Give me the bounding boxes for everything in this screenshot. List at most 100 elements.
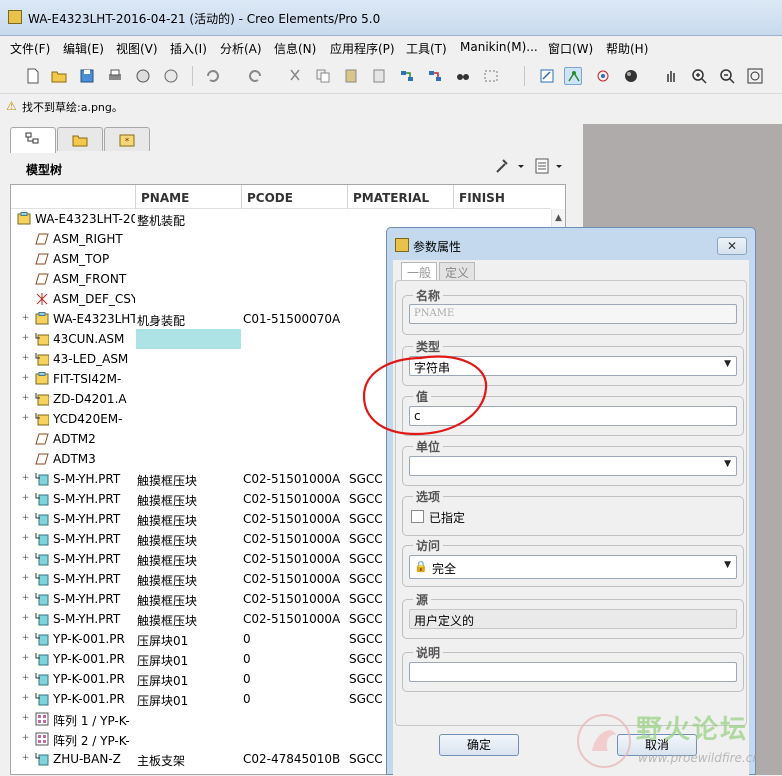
zoom-out-icon[interactable] xyxy=(718,67,736,85)
col-pmaterial[interactable]: PMATERIAL xyxy=(353,191,429,205)
expand-toggle-icon[interactable]: + xyxy=(21,654,30,663)
cell-pmaterial: SGCC xyxy=(349,592,383,606)
tree-settings-button[interactable] xyxy=(494,157,530,178)
new-file-icon[interactable] xyxy=(24,67,42,85)
redo-icon[interactable] xyxy=(246,67,264,85)
pan-hand-icon[interactable] xyxy=(662,67,680,85)
scroll-up-icon[interactable]: ▲ xyxy=(555,213,562,223)
tree-item-name: ASM_RIGHT xyxy=(53,232,123,246)
menu-manikin[interactable]: Manikin(M)... xyxy=(460,40,538,54)
copy-icon[interactable] xyxy=(314,67,332,85)
menu-analysis[interactable]: 分析(A) xyxy=(220,40,262,57)
expand-toggle-icon[interactable]: + xyxy=(21,534,30,543)
paste-icon[interactable] xyxy=(342,67,360,85)
window-title: WA-E4323LHT-2016-04-21 (活动的) - Creo Elem… xyxy=(28,12,381,26)
find-icon[interactable] xyxy=(454,67,472,85)
tree-item-name: YCD420EM- xyxy=(53,412,123,426)
column-divider[interactable] xyxy=(347,185,348,209)
expand-toggle-icon[interactable]: + xyxy=(21,754,30,763)
menu-help[interactable]: 帮助(H) xyxy=(606,40,648,57)
tab-folder-browser[interactable] xyxy=(57,127,103,151)
expand-toggle-icon[interactable]: + xyxy=(21,314,30,323)
menu-applications[interactable]: 应用程序(P) xyxy=(330,40,395,57)
access-select[interactable]: 🔒 完全 ▼ xyxy=(409,555,737,579)
red-annotation-circle xyxy=(362,355,488,436)
expand-toggle-icon[interactable]: + xyxy=(21,614,30,623)
dialog-close-button[interactable]: ✕ xyxy=(717,237,747,255)
tab-general[interactable]: 一般 xyxy=(401,262,438,280)
watermark-url: www.proewildfire.cn xyxy=(638,751,760,765)
col-pname[interactable]: PNAME xyxy=(141,191,189,205)
expand-toggle-icon[interactable]: + xyxy=(21,674,30,683)
menu-edit[interactable]: 编辑(E) xyxy=(63,40,104,57)
menu-window[interactable]: 窗口(W) xyxy=(548,40,593,57)
cell-pmaterial: SGCC xyxy=(349,632,383,646)
status-message: 找不到草绘:a.png。 xyxy=(22,101,123,114)
expand-toggle-icon[interactable]: + xyxy=(21,594,30,603)
regenerate-manager-icon[interactable] xyxy=(426,67,444,85)
save-icon[interactable] xyxy=(78,67,96,85)
tab-definition[interactable]: 定义 xyxy=(439,262,476,280)
expand-toggle-icon[interactable]: + xyxy=(21,714,30,723)
expand-toggle-icon[interactable]: + xyxy=(21,374,30,383)
column-divider[interactable] xyxy=(453,185,454,209)
refit-icon[interactable] xyxy=(746,67,764,85)
tree-show-icon xyxy=(535,158,562,174)
undo-icon[interactable] xyxy=(204,67,222,85)
select-box-icon[interactable] xyxy=(482,67,500,85)
col-finish[interactable]: FINISH xyxy=(459,191,505,205)
orient-mode-icon[interactable] xyxy=(564,67,582,85)
tree-item-name: YP-K-001.PR xyxy=(53,692,125,706)
part-link-icon xyxy=(35,672,49,686)
expand-toggle-icon[interactable]: + xyxy=(21,734,30,743)
column-divider[interactable] xyxy=(135,185,136,209)
cut-icon[interactable] xyxy=(286,67,304,85)
tree-item-name: WA-E4323LHT-20 xyxy=(35,212,135,226)
tree-item-name: ASM_FRONT xyxy=(53,272,127,286)
expand-toggle-icon[interactable]: + xyxy=(21,474,30,483)
tab-favorites[interactable]: * xyxy=(104,127,150,151)
model-tree-icon xyxy=(25,132,39,144)
description-input[interactable] xyxy=(409,662,737,682)
expand-toggle-icon[interactable]: + xyxy=(21,414,30,423)
spin-center-icon[interactable] xyxy=(594,67,612,85)
send-link-icon[interactable] xyxy=(162,67,180,85)
menu-insert[interactable]: 插入(I) xyxy=(170,40,207,57)
expand-toggle-icon[interactable]: + xyxy=(21,494,30,503)
paste-special-icon[interactable] xyxy=(370,67,388,85)
expand-toggle-icon[interactable]: + xyxy=(21,554,30,563)
selected-cell-highlight xyxy=(136,329,241,349)
shading-icon[interactable] xyxy=(622,67,640,85)
expand-toggle-icon[interactable]: + xyxy=(21,694,30,703)
source-group: 源 用户定义的 xyxy=(402,591,744,639)
cell-pcode: 0 xyxy=(243,672,251,686)
expand-toggle-icon[interactable]: + xyxy=(21,514,30,523)
tree-row[interactable]: WA-E4323LHT-20 整机装配 xyxy=(11,209,551,229)
datum-plane-icon xyxy=(35,232,49,246)
tab-model-tree[interactable] xyxy=(10,127,56,153)
send-mail-icon[interactable] xyxy=(134,67,152,85)
col-pcode[interactable]: PCODE xyxy=(247,191,293,205)
specified-checkbox[interactable] xyxy=(411,510,424,523)
regenerate-icon[interactable] xyxy=(398,67,416,85)
repaint-icon[interactable] xyxy=(538,67,556,85)
print-icon[interactable] xyxy=(106,67,124,85)
menu-view[interactable]: 视图(V) xyxy=(116,40,158,57)
title-bar: WA-E4323LHT-2016-04-21 (活动的) - Creo Elem… xyxy=(0,0,782,36)
ok-button[interactable]: 确定 xyxy=(439,734,519,756)
expand-toggle-icon[interactable]: + xyxy=(21,634,30,643)
expand-toggle-icon[interactable]: + xyxy=(21,394,30,403)
menu-tools[interactable]: 工具(T) xyxy=(406,40,447,57)
open-folder-icon[interactable] xyxy=(50,67,68,85)
expand-toggle-icon[interactable]: + xyxy=(21,354,30,363)
cell-pname: 压屏块01 xyxy=(137,654,189,668)
menu-file[interactable]: 文件(F) xyxy=(10,40,50,57)
zoom-in-icon[interactable] xyxy=(690,67,708,85)
column-divider[interactable] xyxy=(241,185,242,209)
expand-toggle-icon[interactable]: + xyxy=(21,334,30,343)
menu-info[interactable]: 信息(N) xyxy=(274,40,316,57)
expand-toggle-icon[interactable]: + xyxy=(21,574,30,583)
assembly-icon xyxy=(35,372,49,386)
tree-show-button[interactable] xyxy=(534,157,570,178)
unit-select[interactable]: ▼ xyxy=(409,456,737,476)
